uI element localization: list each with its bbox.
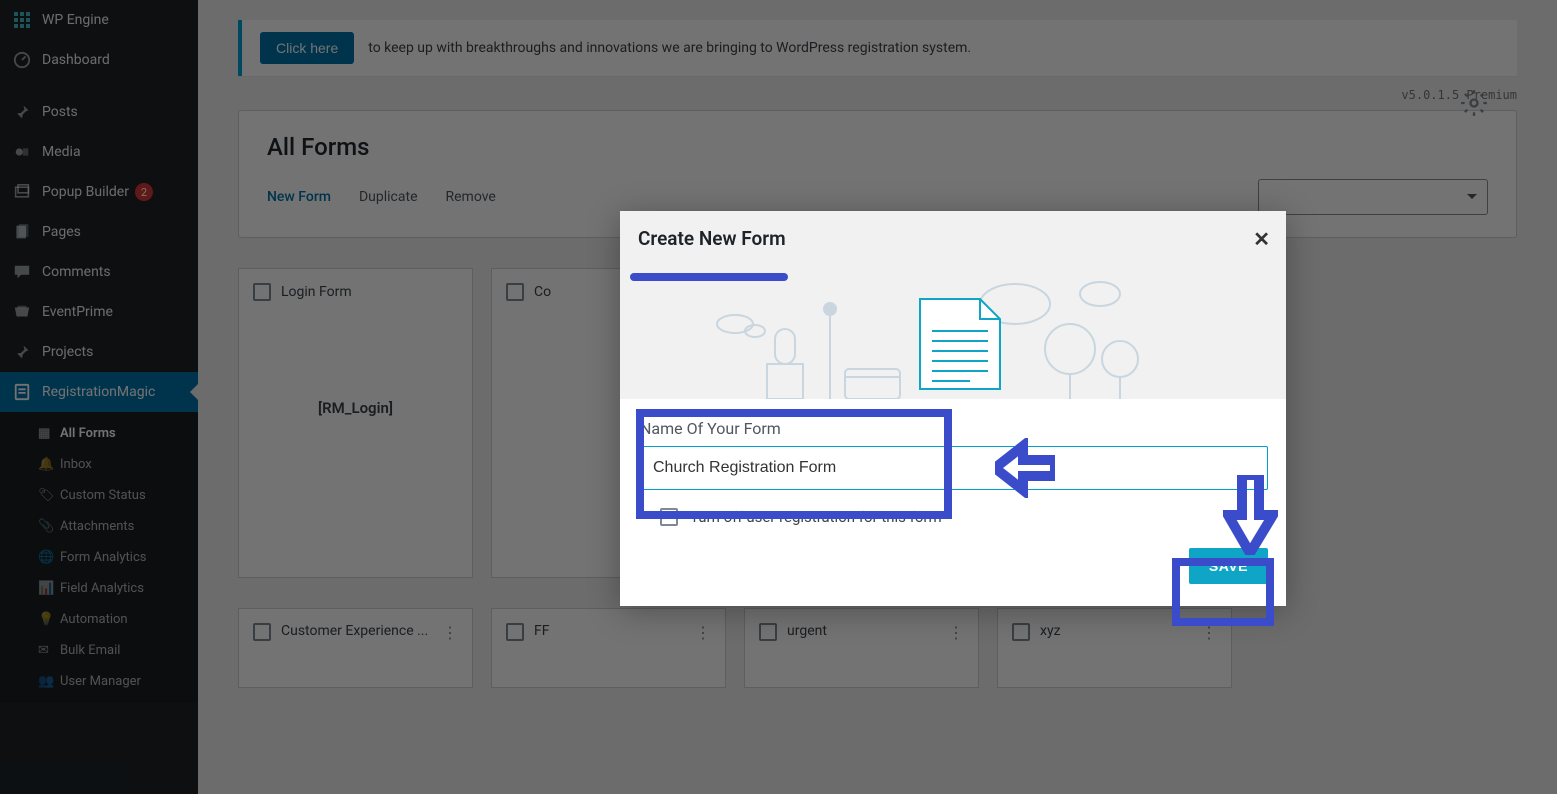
modal-illustration	[620, 259, 1286, 399]
modal-header: Create New Form ✕	[620, 211, 1286, 399]
close-icon[interactable]: ✕	[1253, 227, 1270, 251]
annotation-highlight	[1172, 558, 1274, 626]
annotation-highlight	[636, 409, 952, 519]
modal-title: Create New Form	[638, 227, 786, 250]
